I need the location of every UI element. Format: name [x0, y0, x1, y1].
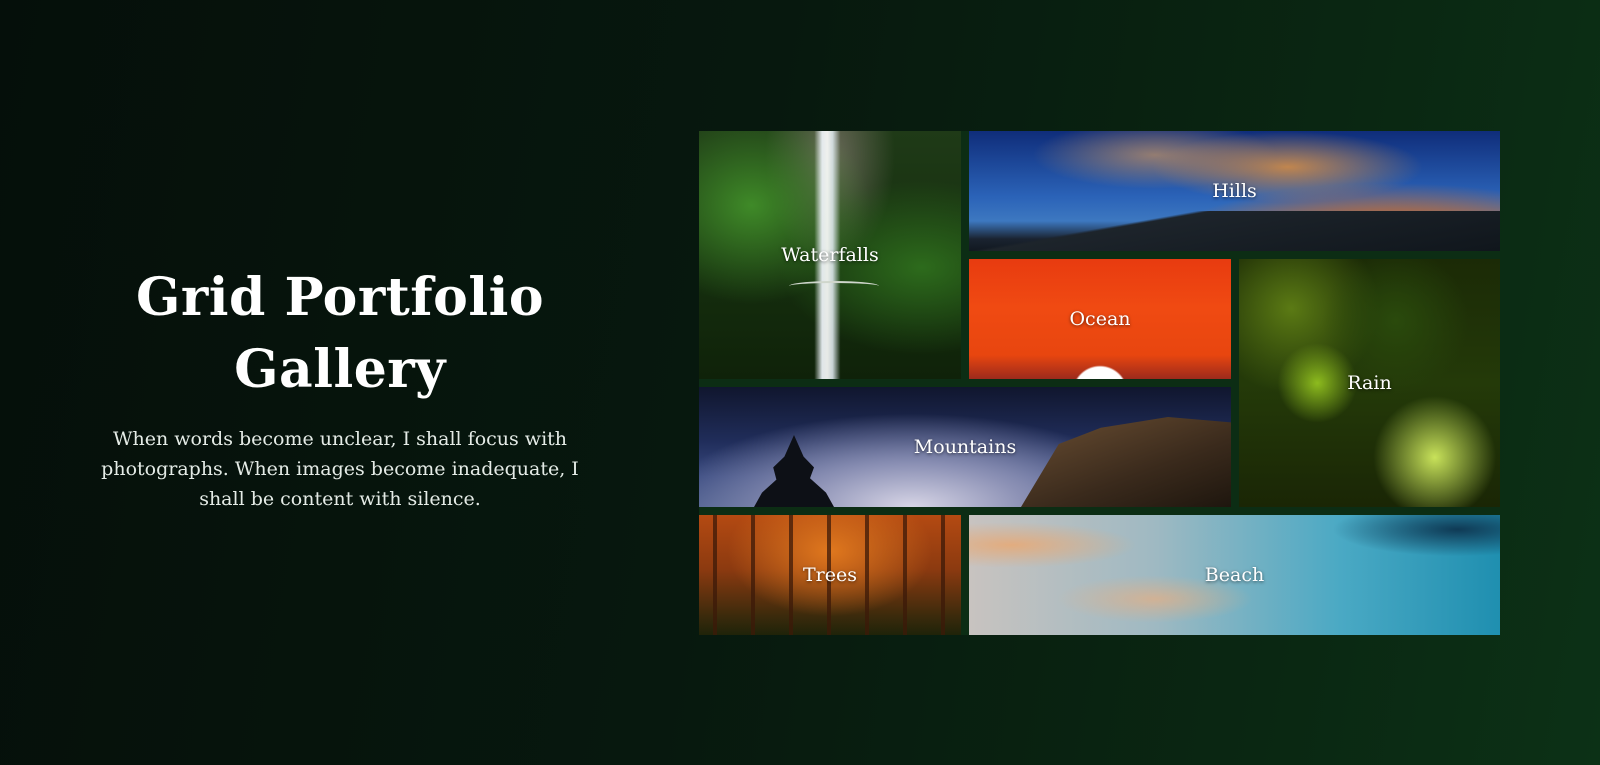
gallery-tile-beach[interactable]: Beach: [969, 515, 1500, 635]
gallery-tile-waterfalls[interactable]: Waterfalls: [699, 131, 961, 379]
page-title: Grid Portfolio Gallery: [90, 262, 590, 406]
tile-label-mountains: Mountains: [913, 436, 1017, 458]
gallery-tile-mountains[interactable]: Mountains: [699, 387, 1231, 507]
gallery-tile-ocean[interactable]: Ocean: [969, 259, 1231, 379]
gallery-tile-rain[interactable]: Rain: [1239, 259, 1500, 507]
gallery-tile-hills[interactable]: Hills: [969, 131, 1500, 251]
gallery-grid: Waterfalls Hills Ocean Rain Mountains Tr…: [699, 131, 1500, 635]
tile-label-ocean: Ocean: [1069, 308, 1131, 330]
gallery-tile-trees[interactable]: Trees: [699, 515, 961, 635]
tile-label-waterfalls: Waterfalls: [781, 244, 879, 266]
tree-silhouette: [754, 435, 834, 507]
tile-label-beach: Beach: [1204, 564, 1265, 586]
intro-quote: When words become unclear, I shall focus…: [101, 428, 579, 510]
page-title-line-1: Grid Portfolio: [135, 267, 545, 328]
tile-label-hills: Hills: [1212, 180, 1257, 202]
tile-label-trees: Trees: [803, 564, 857, 586]
ridge-shape: [969, 211, 1500, 251]
cliff-shape: [1021, 417, 1231, 507]
tile-label-rain: Rain: [1347, 372, 1392, 394]
page-title-line-2: Gallery: [234, 339, 446, 400]
intro-section: Grid Portfolio Gallery When words become…: [90, 262, 590, 514]
bridge-shape: [789, 281, 879, 291]
